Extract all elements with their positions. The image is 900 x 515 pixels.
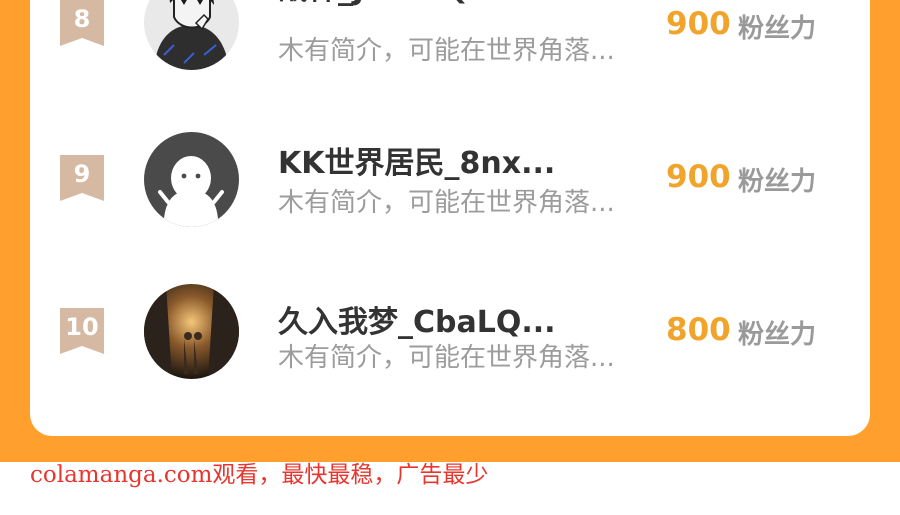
- rank-number: 8: [73, 5, 91, 33]
- rank-badge: 9: [60, 155, 104, 201]
- site-watermark: colamanga.com观看，最快最稳，广告最少: [30, 462, 489, 488]
- rank-number: 9: [73, 160, 91, 188]
- fan-score: 800: [666, 312, 731, 348]
- fan-score: 900: [666, 6, 731, 42]
- user-avatar[interactable]: [144, 284, 239, 379]
- fan-score-unit: 粉丝力: [738, 320, 817, 350]
- default-user-avatar-icon: [144, 132, 239, 227]
- anime-character-avatar-icon: [144, 0, 239, 70]
- username[interactable]: KK世界居民_8nx...: [278, 138, 555, 182]
- rank-badge: 8: [60, 0, 104, 46]
- ranking-row-8[interactable]: 8 战神_JrDs3Q 木有简介，可能在世界角落... 900 粉丝力: [30, 0, 870, 88]
- fan-ranking-card: 8 战神_JrDs3Q 木有简介，可能在世界角落... 900 粉丝力 9: [30, 0, 870, 436]
- movie-scene-avatar-icon: [144, 284, 239, 379]
- ranking-row-10[interactable]: 10 久入我梦_CbaLQ... 木有简介，可能在世界角落... 800 粉丝力: [30, 264, 870, 394]
- fan-score-unit: 粉丝力: [738, 14, 817, 44]
- rank-number: 10: [65, 313, 99, 341]
- user-bio: 木有简介，可能在世界角落...: [278, 188, 615, 218]
- ranking-row-9[interactable]: 9 KK世界居民_8nx... 木有简介，可能在世界角落... 900 粉丝力: [30, 112, 870, 242]
- user-avatar[interactable]: [144, 0, 239, 70]
- fan-score-unit: 粉丝力: [738, 167, 817, 197]
- user-avatar[interactable]: [144, 132, 239, 227]
- user-bio: 木有简介，可能在世界角落...: [278, 343, 615, 373]
- fan-score: 900: [666, 159, 731, 195]
- user-bio: 木有简介，可能在世界角落...: [278, 36, 615, 66]
- username[interactable]: 战神_JrDs3Q: [278, 0, 468, 8]
- username[interactable]: 久入我梦_CbaLQ...: [278, 297, 556, 341]
- rank-badge: 10: [60, 308, 104, 354]
